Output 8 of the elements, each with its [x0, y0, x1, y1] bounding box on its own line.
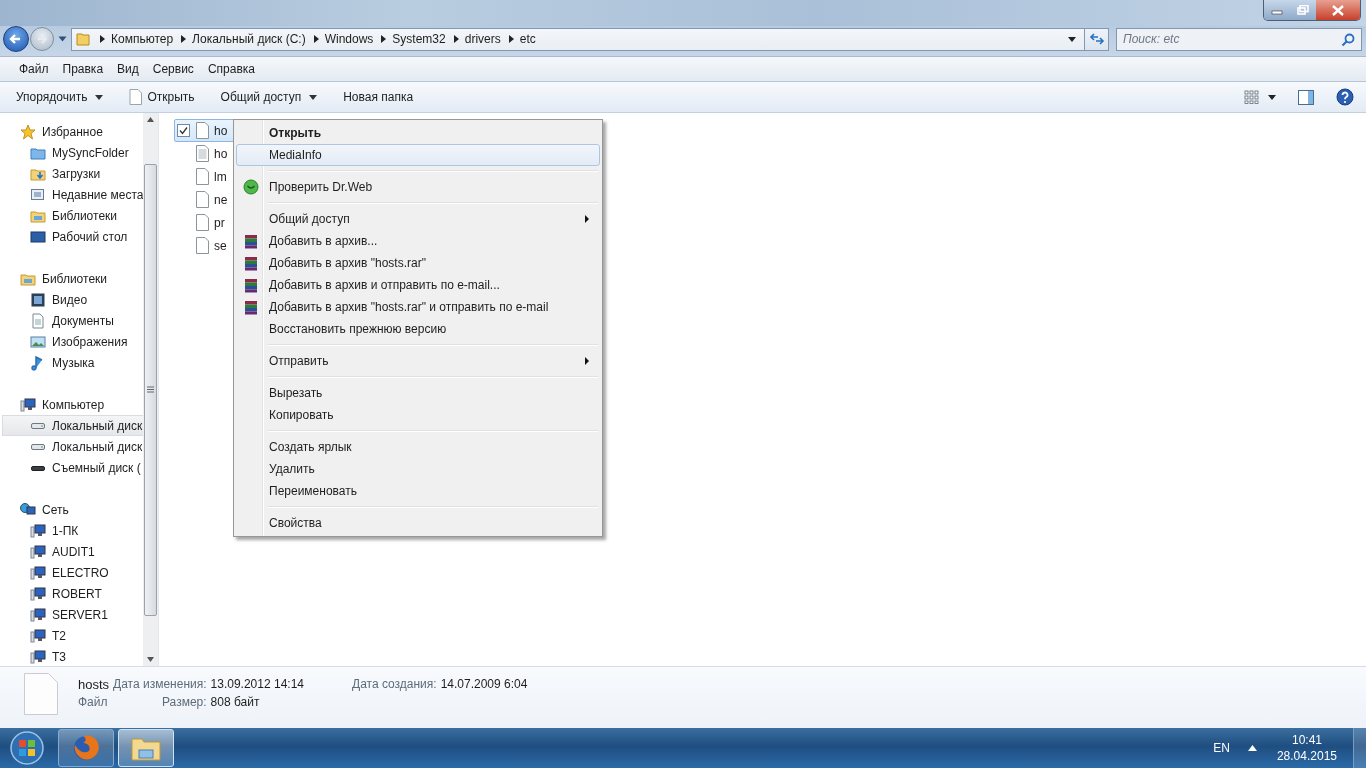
detail-label: Дата создания: — [352, 677, 437, 691]
file-name: hosts — [78, 676, 110, 692]
detail-value: 14.07.2009 6:04 — [440, 677, 528, 691]
detail-label: Дата изменения: — [113, 677, 207, 691]
detail-label: Размер: — [161, 695, 207, 709]
detail-value: 13.09.2012 14:14 — [210, 677, 304, 691]
file-type: Файл — [78, 695, 109, 709]
detail-value: 808 байт — [210, 695, 261, 709]
